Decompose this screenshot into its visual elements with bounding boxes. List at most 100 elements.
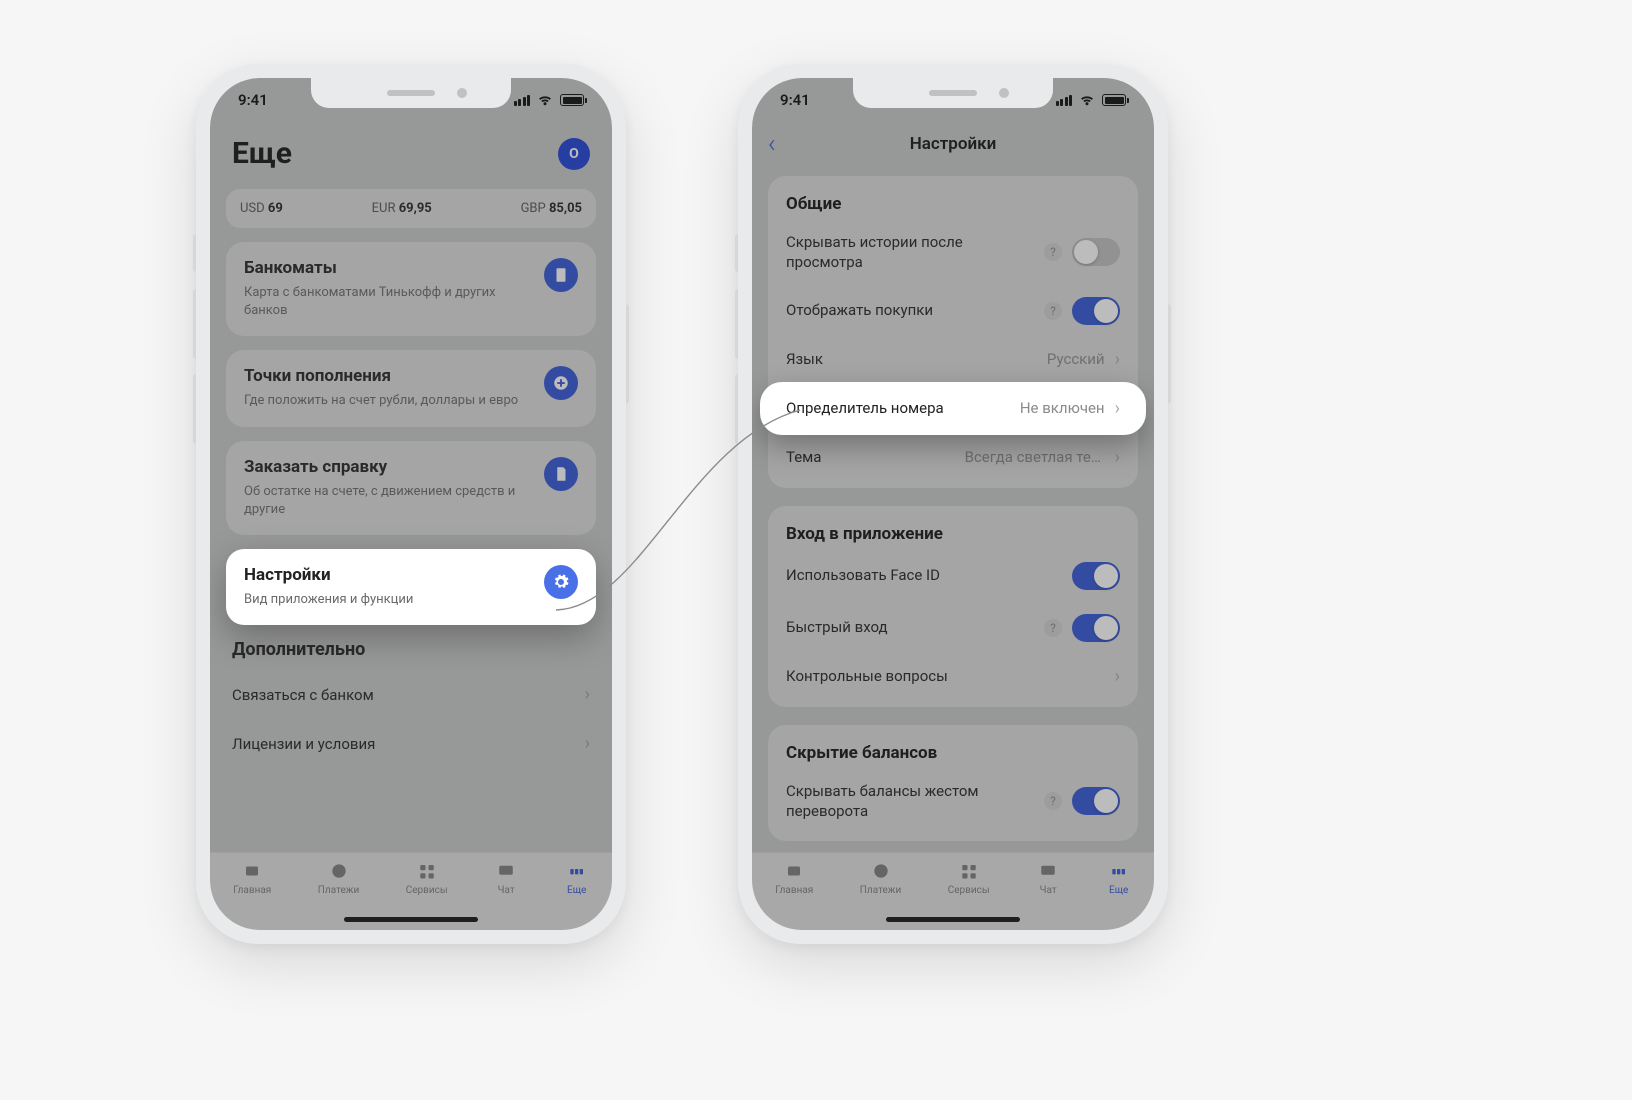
- card-subtitle: Вид приложения и функции: [244, 591, 532, 609]
- tab-bar: Главная Платежи Сервисы Чат Еще: [210, 852, 612, 930]
- rate-value: 69: [268, 201, 283, 216]
- document-icon: [544, 457, 578, 491]
- services-icon: [415, 861, 439, 881]
- rate-value: 85,05: [549, 201, 582, 216]
- tab-label: Платежи: [860, 885, 901, 896]
- row-label: Скрывать истории после просмотра: [786, 232, 1044, 273]
- help-icon[interactable]: ?: [1044, 792, 1062, 810]
- tab-payments[interactable]: Платежи: [860, 861, 901, 896]
- currency-bar[interactable]: USD 69 EUR 69,95 GBP 85,05: [226, 189, 596, 228]
- chevron-right-icon: ›: [585, 684, 590, 705]
- card-title: Заказать справку: [244, 457, 532, 477]
- toggle[interactable]: [1072, 297, 1120, 325]
- row-show-purchases[interactable]: Отображать покупки ?: [768, 285, 1138, 337]
- page-title: Еще: [232, 136, 292, 171]
- chevron-right-icon: ›: [1115, 447, 1120, 468]
- tab-payments[interactable]: Платежи: [318, 861, 359, 896]
- row-label: Быстрый вход: [786, 617, 1044, 637]
- payments-icon: [869, 861, 893, 881]
- more-icon: [565, 861, 589, 881]
- home-icon: [782, 861, 806, 881]
- tab-home[interactable]: Главная: [233, 861, 271, 896]
- help-icon[interactable]: ?: [1044, 302, 1062, 320]
- row-label: Использовать Face ID: [786, 565, 1072, 585]
- tab-home[interactable]: Главная: [775, 861, 813, 896]
- group-hide-balances: Скрытие балансов Скрывать балансы жестом…: [768, 725, 1138, 842]
- home-indicator[interactable]: [344, 917, 478, 922]
- wifi-icon: [536, 91, 554, 109]
- tab-services[interactable]: Сервисы: [948, 861, 990, 896]
- plus-icon: [544, 366, 578, 400]
- home-indicator[interactable]: [886, 917, 1020, 922]
- card-settings[interactable]: Настройки Вид приложения и функции: [226, 549, 596, 625]
- tab-label: Сервисы: [948, 885, 990, 896]
- card-subtitle: Об остатке на счете, с движением средств…: [244, 483, 532, 519]
- tab-chat[interactable]: Чат: [1036, 861, 1060, 896]
- row-label: Отображать покупки: [786, 300, 1044, 320]
- services-icon: [957, 861, 981, 881]
- card-statement[interactable]: Заказать справку Об остатке на счете, с …: [226, 441, 596, 535]
- row-licenses[interactable]: Лицензии и условия ›: [210, 719, 612, 768]
- row-language[interactable]: Язык Русский ›: [768, 337, 1138, 382]
- phone1-content: Еще O USD 69 EUR 69,95 GBP 85,05 Банкома…: [210, 78, 612, 930]
- tab-label: Главная: [775, 885, 813, 896]
- rate-code: GBP: [521, 201, 546, 216]
- profile-avatar[interactable]: O: [558, 138, 590, 170]
- row-label: Лицензии и условия: [232, 735, 375, 753]
- tab-more[interactable]: Еще: [1107, 861, 1131, 896]
- toggle[interactable]: [1072, 562, 1120, 590]
- status-time: 9:41: [238, 91, 268, 109]
- tab-label: Главная: [233, 885, 271, 896]
- help-icon[interactable]: ?: [1044, 243, 1062, 261]
- row-label: Язык: [786, 349, 1047, 369]
- signal-icon: [1056, 95, 1073, 106]
- chat-icon: [1036, 861, 1060, 881]
- tab-label: Сервисы: [406, 885, 448, 896]
- signal-icon: [514, 95, 531, 106]
- tab-more[interactable]: Еще: [565, 861, 589, 896]
- row-quick-login[interactable]: Быстрый вход ?: [768, 602, 1138, 654]
- row-caller-id[interactable]: Определитель номера Не включен ›: [760, 382, 1146, 435]
- row-hide-balances-flip[interactable]: Скрывать балансы жестом переворота ?: [768, 769, 1138, 834]
- row-value: Русский: [1047, 350, 1105, 368]
- extra-header: Дополнительно: [232, 639, 590, 660]
- row-theme[interactable]: Тема Всегда светлая тема ›: [768, 435, 1138, 480]
- group-login: Вход в приложение Использовать Face ID Б…: [768, 506, 1138, 707]
- stage: 9:41 Еще O USD 69 EUR 69,95 GBP 85,05: [0, 0, 1632, 1100]
- battery-icon: [1102, 94, 1126, 106]
- notch: [853, 78, 1053, 108]
- help-icon[interactable]: ?: [1044, 619, 1062, 637]
- tab-bar: Главная Платежи Сервисы Чат Еще: [752, 852, 1154, 930]
- nav-bar: ‹ Настройки: [752, 122, 1154, 166]
- row-contact-bank[interactable]: Связаться с банком ›: [210, 670, 612, 719]
- toggle[interactable]: [1072, 614, 1120, 642]
- row-label: Скрывать балансы жестом переворота: [786, 781, 1044, 822]
- tab-chat[interactable]: Чат: [494, 861, 518, 896]
- row-security-questions[interactable]: Контрольные вопросы ›: [768, 654, 1138, 699]
- row-face-id[interactable]: Использовать Face ID: [768, 550, 1138, 602]
- phone-right: 9:41 ‹ Настройки Общие Скрывать истории …: [738, 64, 1168, 944]
- rate-code: EUR: [372, 201, 396, 216]
- nav-title: Настройки: [910, 134, 997, 154]
- phone2-content: ‹ Настройки Общие Скрывать истории после…: [752, 78, 1154, 930]
- card-topup[interactable]: Точки пополнения Где положить на счет ру…: [226, 350, 596, 426]
- tab-services[interactable]: Сервисы: [406, 861, 448, 896]
- chevron-right-icon: ›: [585, 733, 590, 754]
- tab-label: Еще: [567, 885, 586, 896]
- chevron-right-icon: ›: [1115, 398, 1120, 419]
- card-title: Банкоматы: [244, 258, 532, 278]
- row-hide-stories[interactable]: Скрывать истории после просмотра ?: [768, 220, 1138, 285]
- tab-label: Чат: [498, 885, 515, 896]
- toggle[interactable]: [1072, 787, 1120, 815]
- row-label: Связаться с банком: [232, 686, 374, 704]
- card-atms[interactable]: Банкоматы Карта с банкоматами Тинькофф и…: [226, 242, 596, 336]
- tab-label: Платежи: [318, 885, 359, 896]
- home-icon: [240, 861, 264, 881]
- toggle[interactable]: [1072, 238, 1120, 266]
- chat-icon: [494, 861, 518, 881]
- more-icon: [1107, 861, 1131, 881]
- card-subtitle: Где положить на счет рубли, доллары и ев…: [244, 392, 532, 410]
- rate-value: 69,95: [399, 201, 432, 216]
- back-button[interactable]: ‹: [768, 129, 776, 159]
- row-label: Контрольные вопросы: [786, 666, 1115, 686]
